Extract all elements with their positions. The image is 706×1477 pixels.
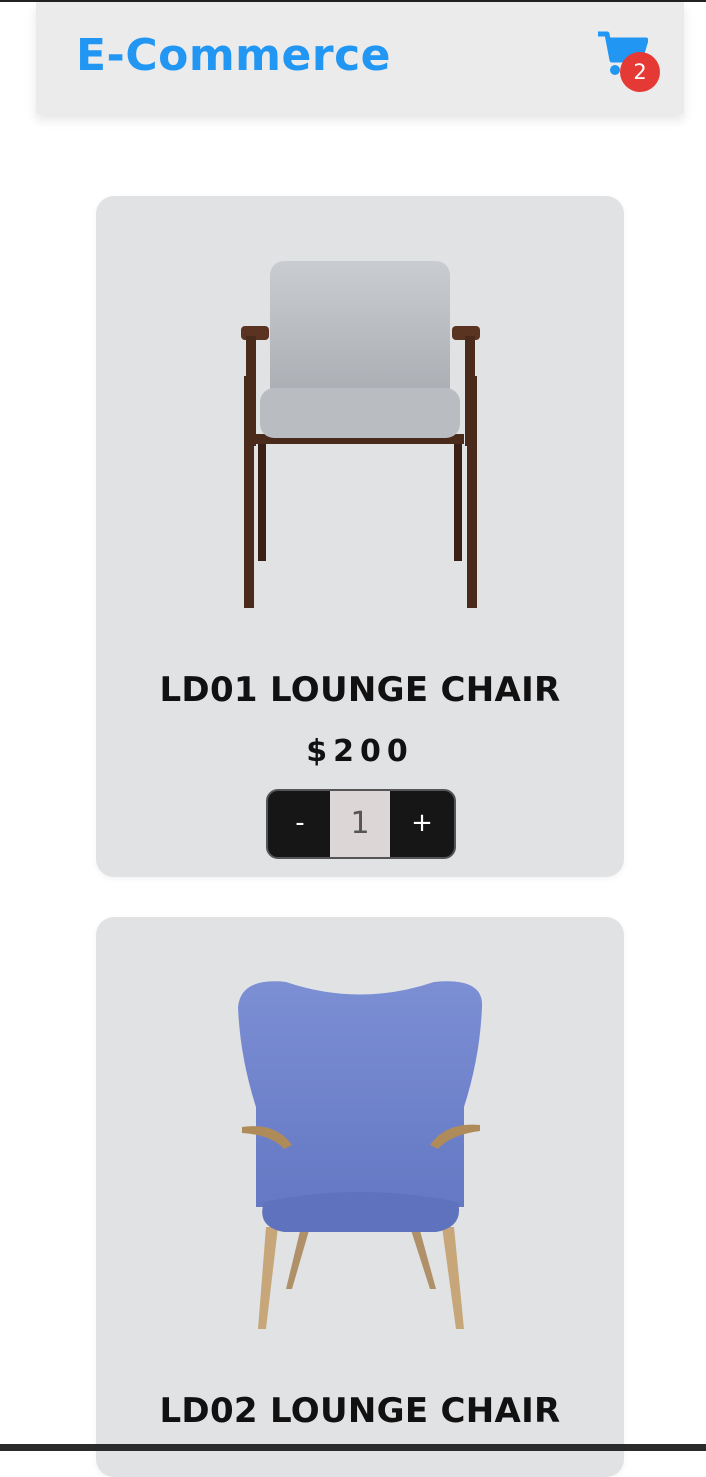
product-image xyxy=(241,261,480,608)
product-card: LD02 LOUNGE CHAIR xyxy=(96,917,624,1477)
brand-logo[interactable]: E-Commerce xyxy=(76,30,391,81)
increase-quantity-button[interactable]: + xyxy=(392,791,452,857)
product-name: LD01 LOUNGE CHAIR xyxy=(159,670,561,710)
top-navbar: E-Commerce 2 xyxy=(36,2,684,114)
quantity-stepper: - 1 + xyxy=(266,789,456,859)
cart-button[interactable]: 2 xyxy=(596,30,660,92)
product-price: $200 xyxy=(306,734,414,769)
product-card: LD01 LOUNGE CHAIR $200 - 1 + xyxy=(96,196,624,877)
bottom-edge xyxy=(0,1444,706,1451)
cart-count-badge: 2 xyxy=(620,52,660,92)
quantity-value: 1 xyxy=(330,791,390,857)
product-image xyxy=(238,981,483,1329)
product-name: LD02 LOUNGE CHAIR xyxy=(159,1391,561,1431)
decrease-quantity-button[interactable]: - xyxy=(270,791,330,857)
